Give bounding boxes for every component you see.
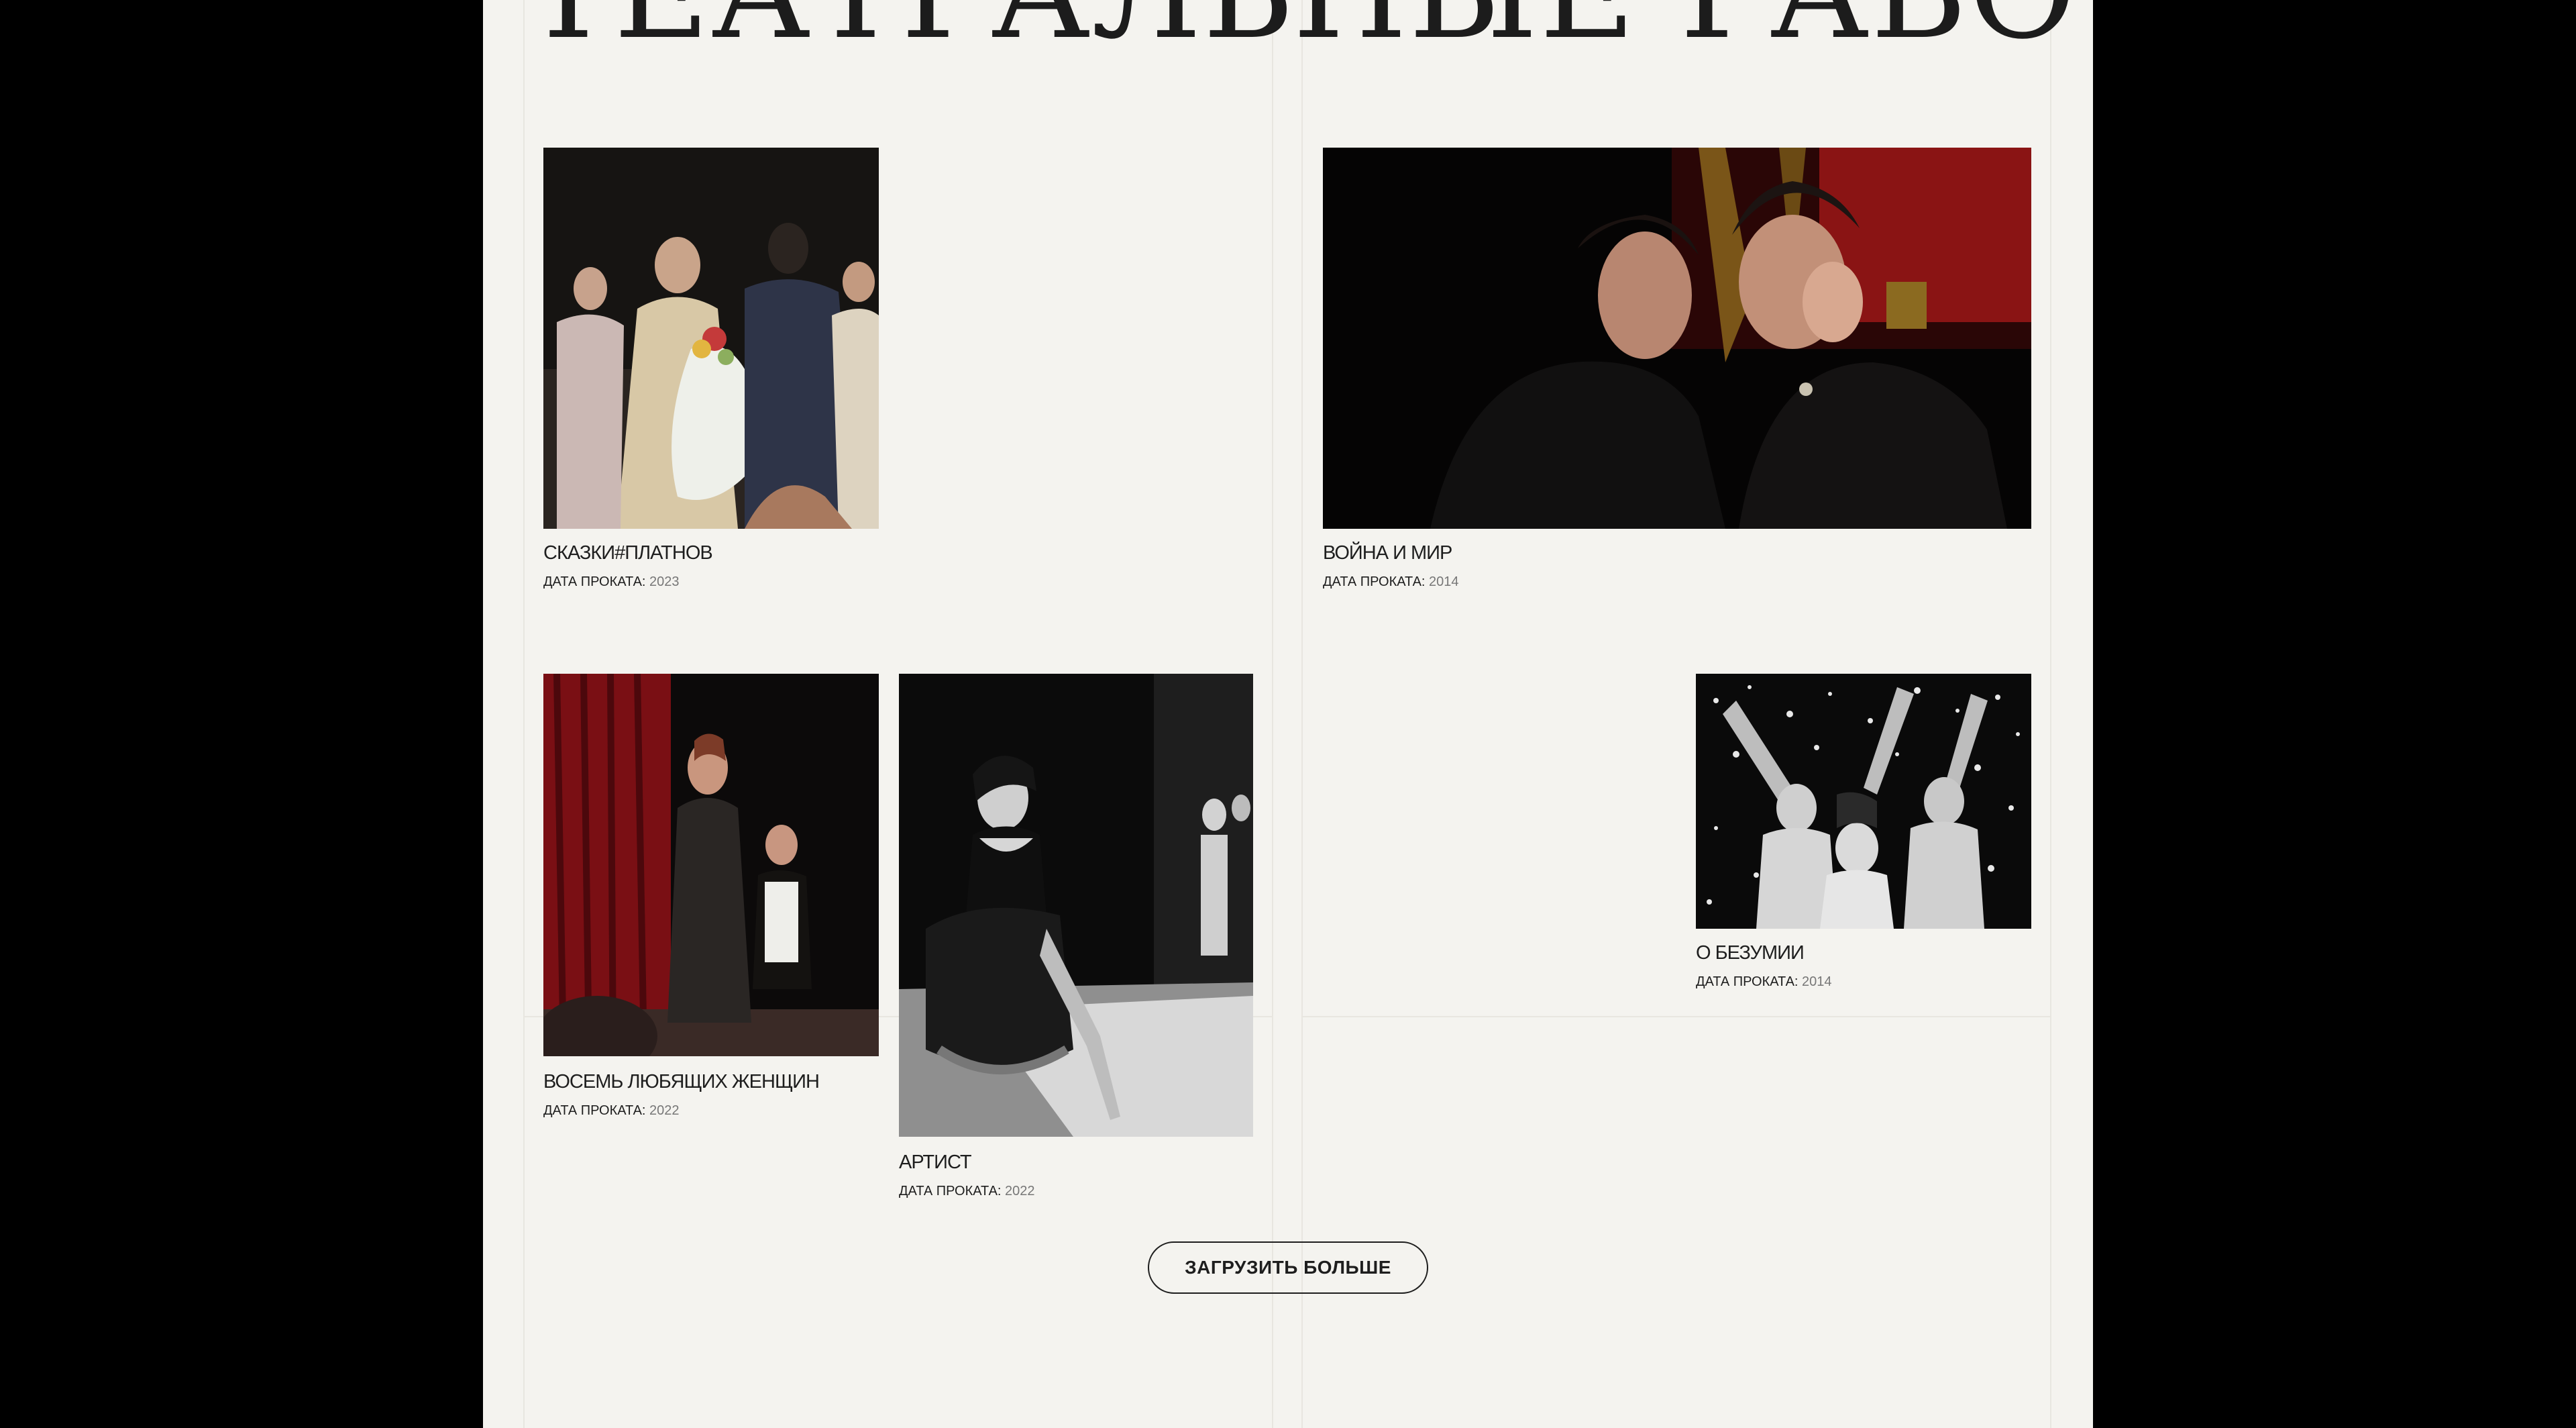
grid-guide-line [1272,0,1273,1428]
release-date-label: ДАТА ПРОКАТА: [1696,974,1799,989]
work-photo[interactable] [543,674,879,1056]
work-title[interactable]: ВОЙНА И МИР [1323,542,1452,564]
work-card[interactable]: О БЕЗУМИИ ДАТА ПРОКАТА: 2014 [1696,674,2031,1003]
release-date-label: ДАТА ПРОКАТА: [1323,574,1426,589]
work-title[interactable]: СКАЗКИ#ПЛАТНОВ [543,542,713,564]
work-title[interactable]: АРТИСТ [899,1152,972,1174]
work-photo[interactable] [1696,674,2031,929]
work-photo[interactable] [899,674,1253,1137]
work-release-date: ДАТА ПРОКАТА: 2014 [1323,574,1459,590]
work-card[interactable]: ВОЙНА И МИР ДАТА ПРОКАТА: 2014 [1323,148,2031,597]
work-release-date: ДАТА ПРОКАТА: 2014 [1696,974,1832,990]
work-card[interactable]: ВОСЕМЬ ЛЮБЯЩИХ ЖЕНЩИН ДАТА ПРОКАТА: 2022 [543,674,879,1130]
page: ТЕАТРАЛЬНЫЕ РАБОТЫ СКАЗКИ#ПЛАТ [483,0,2093,1428]
grid-guide-line [1301,1016,2051,1017]
work-card[interactable]: СКАЗКИ#ПЛАТНОВ ДАТА ПРОКАТА: 2023 [543,148,879,597]
load-more-button[interactable]: ЗАГРУЗИТЬ БОЛЬШЕ [1148,1241,1428,1294]
grid-guide-line [1301,0,1303,1428]
release-year: 2014 [1429,574,1459,589]
work-release-date: ДАТА ПРОКАТА: 2022 [543,1103,680,1119]
grid-guide-line [2050,0,2051,1428]
release-year: 2023 [649,574,680,589]
work-title[interactable]: ВОСЕМЬ ЛЮБЯЩИХ ЖЕНЩИН [543,1071,820,1093]
grid-guide-line [523,0,525,1428]
work-photo[interactable] [1323,148,2031,529]
release-date-label: ДАТА ПРОКАТА: [543,1103,646,1118]
work-title[interactable]: О БЕЗУМИИ [1696,942,1805,964]
work-release-date: ДАТА ПРОКАТА: 2022 [899,1184,1035,1199]
release-date-label: ДАТА ПРОКАТА: [543,574,646,589]
release-year: 2014 [1802,974,1832,989]
release-date-label: ДАТА ПРОКАТА: [899,1184,1002,1198]
release-year: 2022 [1005,1184,1035,1198]
work-release-date: ДАТА ПРОКАТА: 2023 [543,574,680,590]
work-photo[interactable] [543,148,879,529]
release-year: 2022 [649,1103,680,1118]
work-card[interactable]: АРТИСТ ДАТА ПРОКАТА: 2022 [899,674,1254,1211]
page-title: ТЕАТРАЛЬНЫЕ РАБОТЫ [525,0,2093,58]
